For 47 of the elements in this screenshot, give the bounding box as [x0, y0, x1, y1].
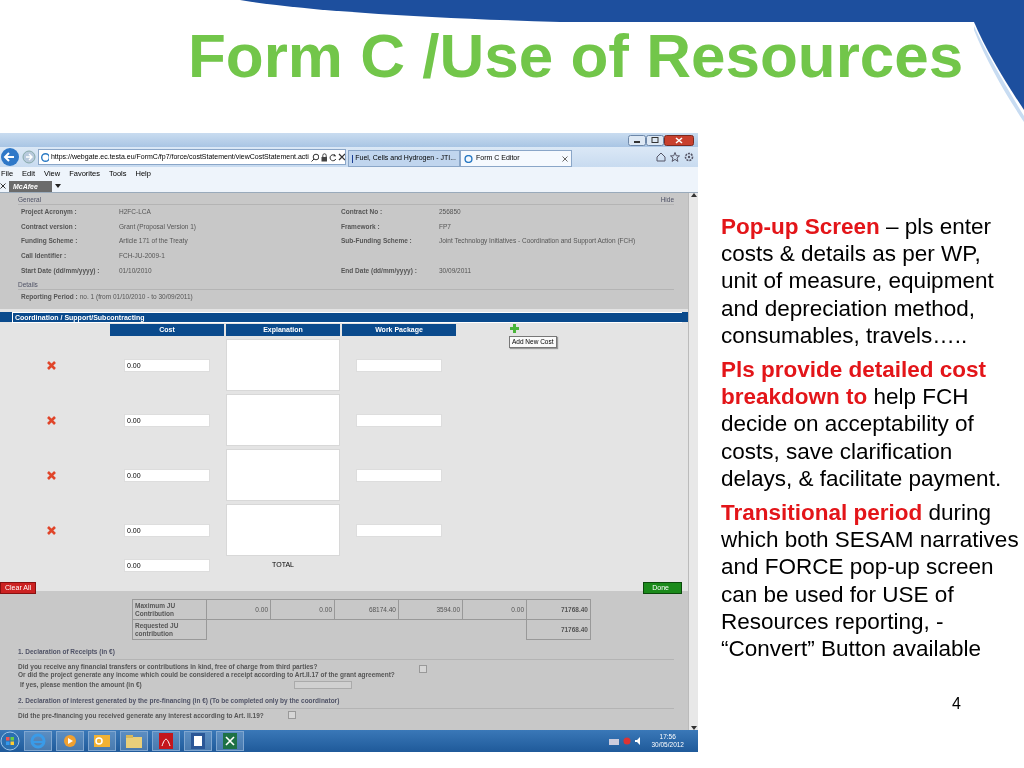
refresh-icon[interactable]	[328, 152, 336, 162]
amount-field[interactable]	[293, 681, 352, 690]
delete-icon[interactable]	[47, 525, 56, 535]
close-icon[interactable]	[562, 155, 568, 162]
document-taskbar-icon[interactable]	[184, 731, 212, 751]
forward-icon[interactable]	[22, 150, 36, 164]
stop-icon[interactable]	[337, 153, 345, 161]
settings-icon[interactable]	[684, 152, 694, 162]
star-icon[interactable]	[670, 152, 680, 162]
work-package-field[interactable]	[356, 523, 442, 537]
page-number: 4	[951, 694, 962, 714]
add-icon[interactable]	[510, 324, 519, 333]
close-icon[interactable]	[664, 134, 694, 146]
folder-taskbar-icon[interactable]	[120, 731, 148, 751]
delete-icon[interactable]	[47, 470, 56, 480]
maximize-icon[interactable]	[646, 134, 664, 146]
delete-icon[interactable]	[47, 360, 56, 370]
checkbox[interactable]	[287, 710, 296, 719]
page-icon	[464, 154, 473, 163]
minimize-icon[interactable]	[628, 134, 646, 146]
start-icon[interactable]	[0, 731, 20, 751]
slide-title: Form C /Use of Resources	[188, 23, 964, 89]
home-icon[interactable]	[656, 152, 666, 162]
search-icon[interactable]	[310, 152, 319, 162]
work-package-field[interactable]	[356, 358, 442, 372]
explanation-field[interactable]	[226, 394, 340, 446]
explanation-field[interactable]	[226, 339, 340, 391]
page-icon	[41, 152, 49, 162]
lock-icon	[320, 152, 327, 162]
scrollbar[interactable]	[688, 193, 698, 730]
explanation-field[interactable]	[226, 449, 340, 501]
work-package-field[interactable]	[356, 468, 442, 482]
caret-icon[interactable]	[54, 184, 61, 188]
mail-taskbar-icon[interactable]	[88, 731, 116, 751]
back-icon[interactable]	[0, 147, 20, 167]
work-package-field[interactable]	[356, 413, 442, 427]
spreadsheet-taskbar-icon[interactable]	[216, 731, 244, 751]
media-player-taskbar-icon[interactable]	[56, 731, 84, 751]
close-icon[interactable]	[0, 183, 6, 189]
delete-icon[interactable]	[47, 415, 56, 425]
bullet-text: Pop-up Screen – pls enter costs & details as per WP, unit of measure, equipment and depreciation method, consumables, travels…..	[721, 213, 995, 349]
bullet-text: Pls provide detailed cost breakdown to help FCH decide on acceptability of costs, save clarification delays, & facilitate payment.	[721, 356, 1003, 493]
network-icon	[609, 737, 620, 745]
pdf-taskbar-icon[interactable]	[152, 731, 180, 751]
bullet-text: Transitional period during which both SESAM narratives and FORCE pop-up screen can be used for USE of Resources reporting, - “Convert” Button available	[721, 499, 1020, 663]
checkbox[interactable]	[418, 665, 427, 674]
explanation-field[interactable]	[226, 504, 340, 556]
